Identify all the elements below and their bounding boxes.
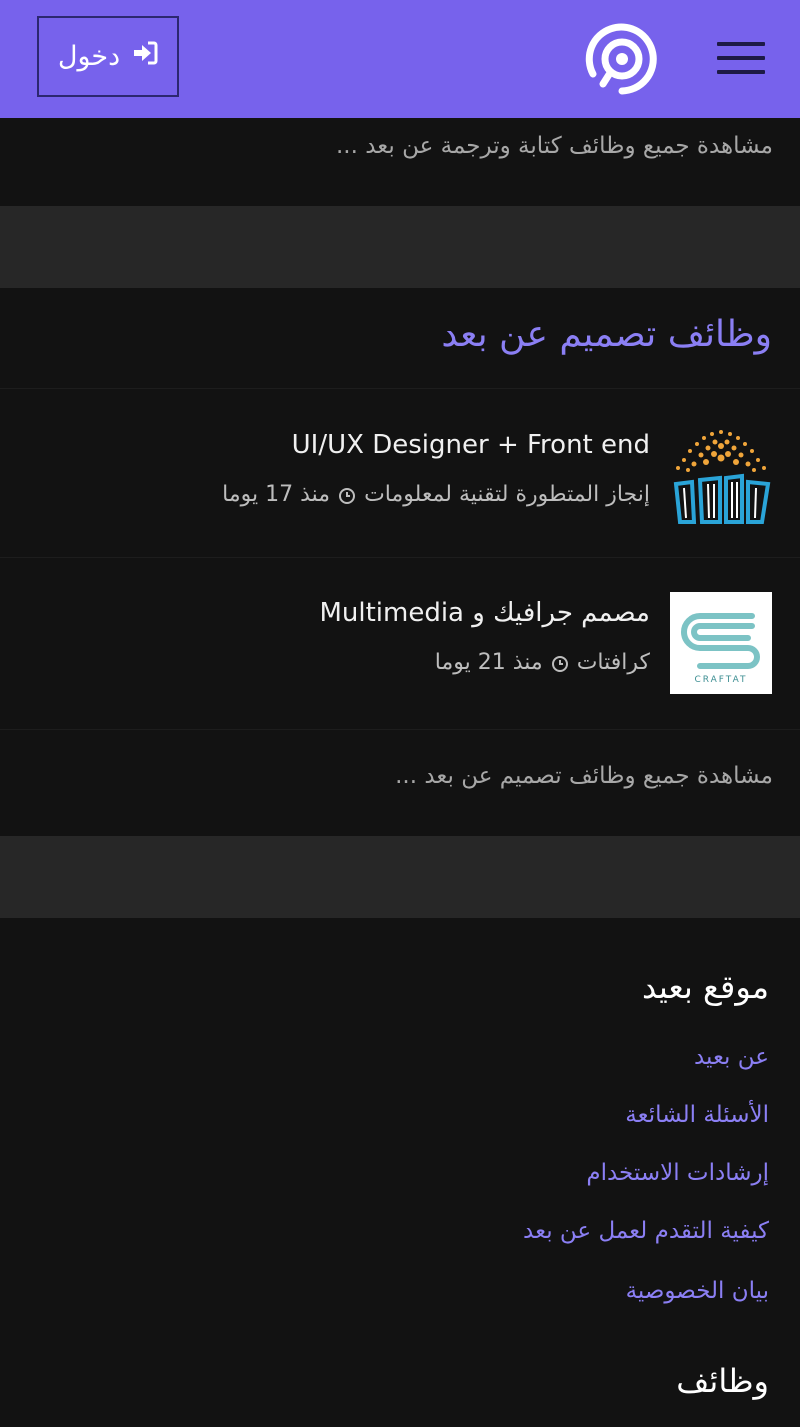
section-separator [0,836,800,918]
footer-jobs-title: وظائف [676,1362,769,1400]
job-listing[interactable]: UI/UX Designer + Front end إنجاز المتطور… [0,390,800,555]
footer-site-title: موقع بعيد [642,968,769,1006]
divider [0,729,800,730]
login-label: دخول [57,41,121,72]
view-all-design-jobs-link[interactable]: مشاهدة جميع وظائف تصميم عن بعد ... [73,763,773,789]
job-meta: إنجاز المتطورة لتقنية لمعلومات منذ 17 يو… [222,482,650,507]
job-listing[interactable]: CRAFTAT مصمم جرافيك و Multimedia كرافتات… [0,558,800,723]
company-logo-craftat: CRAFTAT [670,592,772,694]
top-header: دخول [0,0,800,118]
section-separator [0,206,800,288]
footer-link-how-to-apply[interactable]: كيفية التقدم لعمل عن بعد [523,1218,769,1244]
hamburger-menu-icon[interactable] [717,42,765,74]
company-name[interactable]: إنجاز المتطورة لتقنية لمعلومات [364,482,650,507]
clock-icon [338,486,356,504]
footer-link-faq[interactable]: الأسئلة الشائعة [625,1102,769,1128]
footer-link-guidelines[interactable]: إرشادات الاستخدام [586,1160,769,1186]
view-all-translation-jobs-link[interactable]: مشاهدة جميع وظائف كتابة وترجمة عن بعد ..… [73,133,773,159]
login-button[interactable]: دخول [37,16,179,97]
job-meta: كرافتات منذ 21 يوما [435,650,650,675]
divider [0,388,800,389]
footer-link-about[interactable]: عن بعيد [694,1044,769,1070]
sign-in-icon [132,41,158,72]
posted-time: منذ 21 يوما [434,650,543,675]
design-jobs-title[interactable]: وظائف تصميم عن بعد [441,314,772,355]
posted-time: منذ 17 يوما [222,482,331,507]
job-title[interactable]: مصمم جرافيك و Multimedia [319,598,650,628]
footer-link-privacy[interactable]: بيان الخصوصية [626,1278,769,1304]
job-title[interactable]: UI/UX Designer + Front end [292,430,650,460]
company-logo-injaz [670,424,772,526]
craftat-logo-text: CRAFTAT [694,675,747,685]
site-logo[interactable] [583,20,661,98]
clock-icon [551,654,569,672]
company-name[interactable]: كرافتات [577,650,650,675]
